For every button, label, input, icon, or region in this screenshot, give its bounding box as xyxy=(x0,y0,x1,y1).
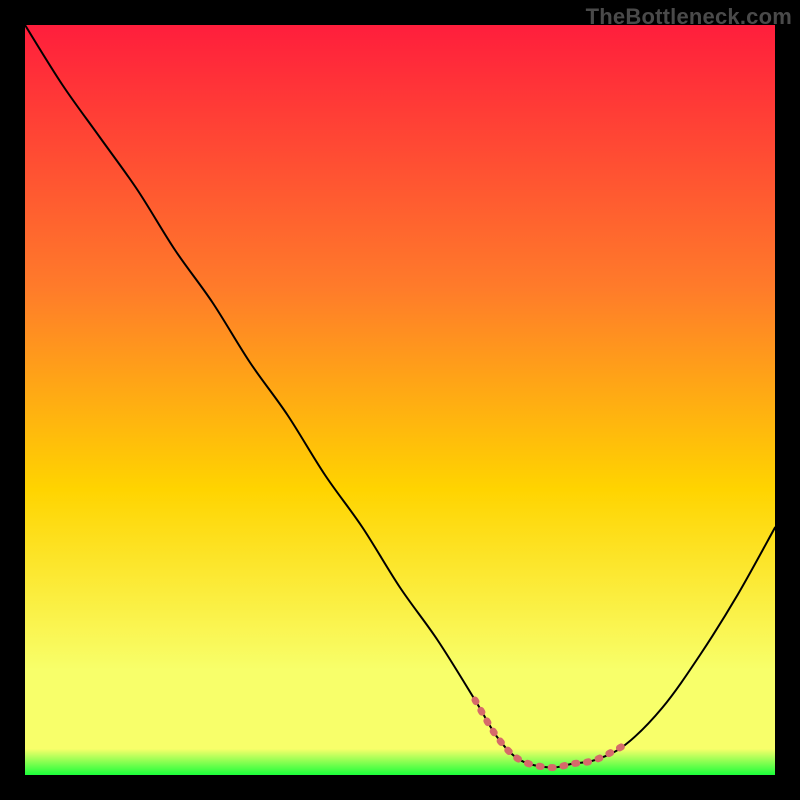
gradient-background xyxy=(25,25,775,775)
chart-svg xyxy=(25,25,775,775)
chart xyxy=(25,25,775,775)
